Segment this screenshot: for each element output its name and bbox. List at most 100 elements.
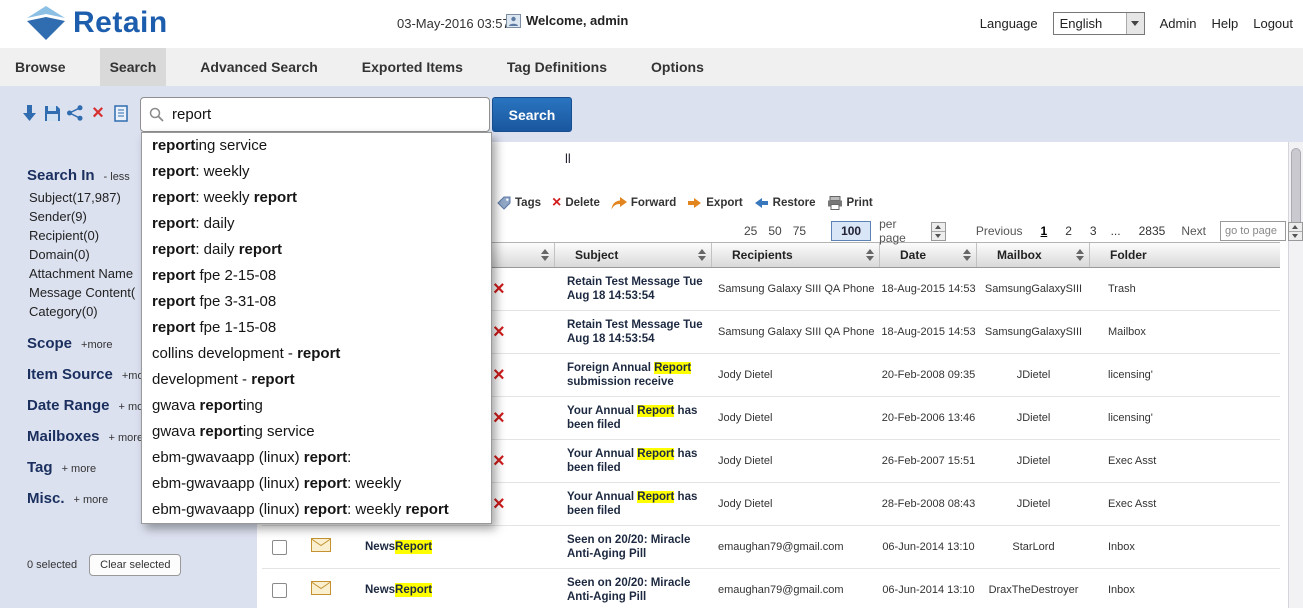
suggestion-item[interactable]: report fpe 1-15-08 (142, 315, 491, 341)
cell-recipients: emaughan79@gmail.com (712, 540, 880, 554)
delete-button[interactable]: × Delete (552, 195, 600, 211)
sort-icon[interactable] (866, 249, 874, 261)
sidebar-section-title: Misc. (27, 490, 65, 507)
page-number-last[interactable]: 2835 (1139, 224, 1166, 238)
sidebar-section-toggle[interactable]: + more (74, 494, 109, 506)
logo[interactable]: Retain (26, 5, 168, 41)
row-checkbox[interactable] (272, 540, 287, 555)
sort-icon[interactable] (541, 249, 549, 261)
suggestion-item[interactable]: ebm-gwavaapp (linux) report: weekly repo… (142, 497, 491, 523)
sort-icon[interactable] (963, 249, 971, 261)
pagination: 25 50 75 100 per page Previous 1 2 3 ...… (744, 217, 1303, 245)
page-number[interactable]: 3 (1090, 224, 1097, 238)
save-icon[interactable] (43, 103, 61, 123)
sidebar-section-title: Date Range (27, 397, 110, 414)
search-button[interactable]: Search (492, 97, 572, 132)
suggestion-item[interactable]: ebm-gwavaapp (linux) report: weekly (142, 471, 491, 497)
table-row[interactable]: News ReportSeen on 20/20: Miracle Anti-A… (262, 526, 1280, 569)
page-size-current[interactable]: 100 (831, 221, 871, 241)
tab-exported-items[interactable]: Exported Items (352, 48, 473, 86)
sort-icon[interactable] (1076, 249, 1084, 261)
sidebar-section-toggle[interactable]: + more (109, 432, 144, 444)
deleted-x-icon: × (493, 322, 505, 342)
selected-count: 0 selected (27, 559, 77, 571)
stepper-down-icon[interactable] (1289, 232, 1302, 240)
cell-date: 06-Jun-2014 13:10 (880, 583, 977, 597)
export-button[interactable]: Export (687, 197, 742, 209)
stepper-up-icon[interactable] (1289, 223, 1302, 232)
stepper-up-icon[interactable] (932, 223, 945, 232)
cell-folder: Exec Asst (1090, 497, 1280, 511)
top-bar: Retain 03-May-2016 03:57 Welcome, admin … (0, 0, 1303, 48)
page-size-option[interactable]: 25 (744, 224, 757, 238)
column-header-recipients[interactable]: Recipients (712, 243, 880, 267)
truncated-select-text[interactable]: ll (565, 151, 571, 166)
tab-tag-definitions[interactable]: Tag Definitions (497, 48, 617, 86)
cell-subject: Your Annual Report has been filed (555, 447, 712, 475)
page-number[interactable]: 2 (1065, 224, 1072, 238)
tab-advanced-search[interactable]: Advanced Search (190, 48, 328, 86)
welcome-text: Welcome, admin (526, 13, 628, 28)
suggestion-item[interactable]: gwava reporting (142, 393, 491, 419)
suggestion-item[interactable]: collins development - report (142, 341, 491, 367)
delete-icon[interactable]: × (89, 103, 107, 123)
cell-date: 28-Feb-2008 08:43 (880, 497, 977, 511)
suggestion-item[interactable]: report: weekly (142, 159, 491, 185)
suggestion-item[interactable]: report: daily report (142, 237, 491, 263)
deleted-x-icon: × (493, 451, 505, 471)
table-row[interactable]: News ReportSeen on 20/20: Miracle Anti-A… (262, 569, 1280, 608)
tags-button[interactable]: Tags (497, 196, 541, 210)
sort-icon[interactable] (698, 249, 706, 261)
download-icon[interactable] (20, 103, 38, 123)
suggestion-item[interactable]: report fpe 3-31-08 (142, 289, 491, 315)
restore-button[interactable]: Restore (754, 197, 816, 209)
next-page-button[interactable]: Next (1181, 224, 1206, 238)
suggestion-item[interactable]: reporting service (142, 133, 491, 159)
help-link[interactable]: Help (1211, 16, 1238, 31)
row-checkbox[interactable] (272, 583, 287, 598)
sidebar-section-toggle[interactable]: - less (104, 171, 130, 183)
sidebar-section-title: Search In (27, 167, 95, 184)
column-header-mailbox[interactable]: Mailbox (977, 243, 1090, 267)
welcome-area: Welcome, admin (506, 13, 628, 28)
page-number-current[interactable]: 1 (1041, 224, 1048, 238)
previous-page-button[interactable]: Previous (976, 224, 1023, 238)
clear-selected-button[interactable]: Clear selected (89, 554, 181, 576)
page-size-option[interactable]: 50 (768, 224, 781, 238)
suggestion-item[interactable]: report: daily (142, 211, 491, 237)
suggestion-item[interactable]: report fpe 2-15-08 (142, 263, 491, 289)
admin-link[interactable]: Admin (1160, 16, 1197, 31)
sidebar-section-title: Item Source (27, 366, 113, 383)
column-header-folder[interactable]: Folder (1090, 243, 1280, 267)
suggestion-item[interactable]: ebm-gwavaapp (linux) report: (142, 445, 491, 471)
page-size-option[interactable]: 75 (793, 224, 806, 238)
sidebar-section-toggle[interactable]: +more (81, 339, 113, 351)
sidebar-section-toggle[interactable]: + more (62, 463, 97, 475)
cell-mailbox: StarLord (977, 540, 1090, 554)
suggestion-item[interactable]: gwava reporting service (142, 419, 491, 445)
search-input[interactable] (170, 105, 489, 124)
suggestion-item[interactable]: development - report (142, 367, 491, 393)
tab-options[interactable]: Options (641, 48, 714, 86)
tab-browse[interactable]: Browse (5, 48, 76, 86)
stepper-down-icon[interactable] (932, 232, 945, 240)
language-label: Language (980, 16, 1038, 31)
vertical-scrollbar[interactable] (1288, 142, 1303, 608)
chevron-down-icon (1126, 13, 1144, 34)
forward-button[interactable]: Forward (611, 197, 676, 210)
column-header-subject[interactable]: Subject (555, 243, 712, 267)
column-header-date[interactable]: Date (880, 243, 977, 267)
print-button[interactable]: Print (827, 196, 873, 210)
cell-date: 26-Feb-2007 15:51 (880, 454, 977, 468)
tab-search[interactable]: Search (100, 48, 167, 86)
share-icon[interactable] (66, 103, 84, 123)
per-page-stepper[interactable] (931, 222, 946, 241)
goto-page-input[interactable] (1220, 221, 1286, 241)
language-select[interactable]: English (1053, 12, 1145, 35)
goto-page-stepper[interactable] (1288, 222, 1303, 241)
sidebar-section-title: Scope (27, 335, 72, 352)
suggestion-item[interactable]: report: weekly report (142, 185, 491, 211)
logout-link[interactable]: Logout (1253, 16, 1293, 31)
cell-date: 06-Jun-2014 13:10 (880, 540, 977, 554)
report-doc-icon[interactable] (112, 103, 130, 123)
